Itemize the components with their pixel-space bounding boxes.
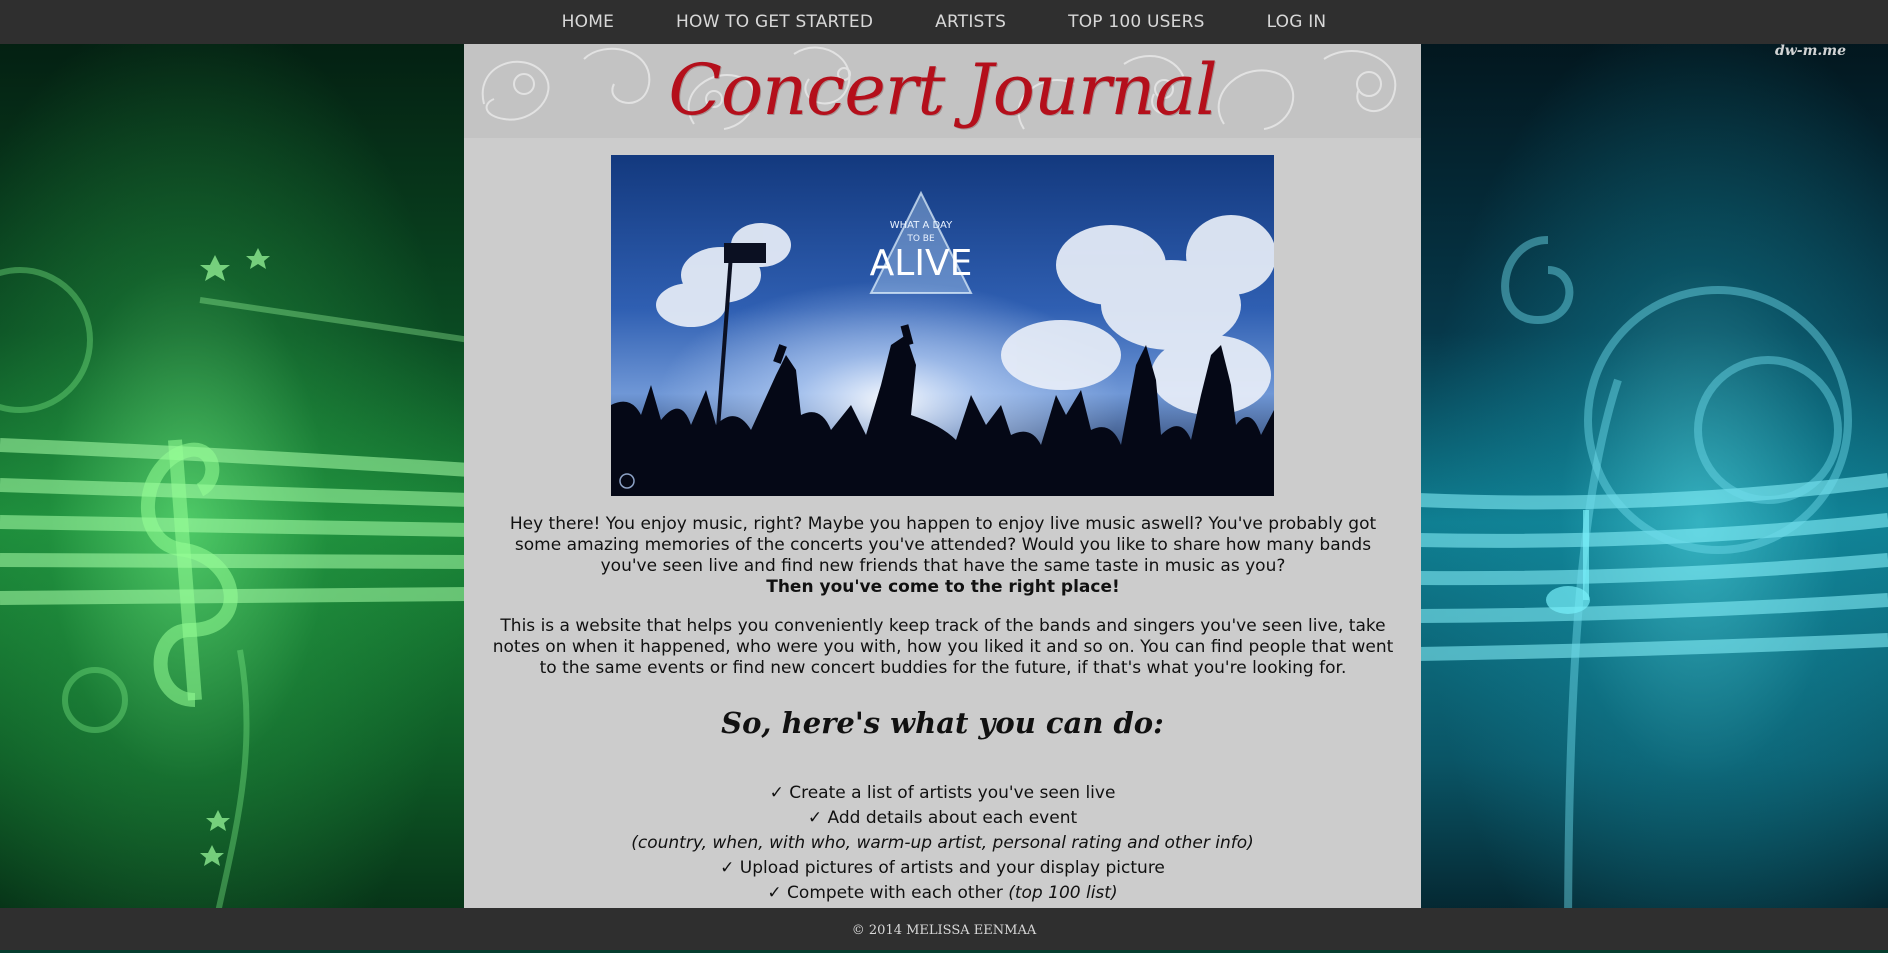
page-footer: © 2014 MELISSA EENMAA: [0, 908, 1888, 950]
nav-item-top-100-users: TOP 100 USERS: [1068, 12, 1204, 32]
music-staff-decoration-right: [1418, 236, 1888, 950]
nav-link-top-100-users[interactable]: TOP 100 USERS: [1068, 12, 1204, 32]
feature-note: (country, when, with who, warm-up artist…: [631, 833, 1254, 853]
site-logo[interactable]: Concert Journal: [464, 46, 1421, 134]
feature-note: (top 100 list): [1008, 883, 1118, 903]
concert-crowd-image: WHAT A DAY TO BE ALIVE: [611, 155, 1274, 496]
features-heading: So, here's what you can do:: [721, 706, 1164, 740]
nav-item-log-in: LOG IN: [1267, 12, 1327, 32]
feature-item: ✓ Upload pictures of artists and your di…: [720, 858, 1165, 878]
nav-link-how-to-get-started[interactable]: HOW TO GET STARTED: [676, 12, 873, 32]
intro-paragraph-1: Hey there! You enjoy music, right? Maybe…: [509, 514, 1377, 576]
feature-item: ✓ Add details about each event: [807, 808, 1078, 828]
wallpaper-watermark: dw-m.me: [1774, 43, 1846, 59]
main-content-panel: Concert Journal WHAT A DAY TO BE ALIVE H…: [464, 44, 1421, 908]
music-staff-decoration-left: [0, 248, 470, 950]
nav-link-log-in[interactable]: LOG IN: [1267, 12, 1327, 32]
copyright-text: © 2014 MELISSA EENMAA: [851, 923, 1037, 938]
feature-text: ✓ Compete with each other: [767, 883, 1009, 903]
background-right-teal: dw-m.me: [1418, 0, 1888, 950]
nav-link-artists[interactable]: ARTISTS: [935, 12, 1006, 32]
nav-menu: HOME HOW TO GET STARTED ARTISTS TOP 100 …: [531, 12, 1358, 32]
intro-emphasis: Then you've come to the right place!: [766, 577, 1120, 597]
nav-item-artists: ARTISTS: [935, 12, 1006, 32]
intro-paragraph-2: This is a website that helps you conveni…: [492, 616, 1394, 678]
hero-text-line1: WHAT A DAY: [890, 220, 953, 231]
feature-item: ✓ Compete with each other (top 100 list): [464, 881, 1421, 906]
top-navigation-bar: HOME HOW TO GET STARTED ARTISTS TOP 100 …: [0, 0, 1888, 44]
intro-section: Hey there! You enjoy music, right? Maybe…: [488, 514, 1398, 679]
nav-item-how-to-get-started: HOW TO GET STARTED: [676, 12, 873, 32]
feature-item: ✓ Create a list of artists you've seen l…: [769, 783, 1116, 803]
background-left-green: [0, 0, 470, 950]
hero-image: WHAT A DAY TO BE ALIVE: [611, 155, 1274, 496]
nav-link-home[interactable]: HOME: [562, 12, 614, 32]
features-list: ✓ Create a list of artists you've seen l…: [464, 781, 1421, 906]
header-banner: Concert Journal: [464, 44, 1421, 138]
hero-text-title: ALIVE: [870, 243, 973, 284]
nav-item-home: HOME: [562, 12, 614, 32]
